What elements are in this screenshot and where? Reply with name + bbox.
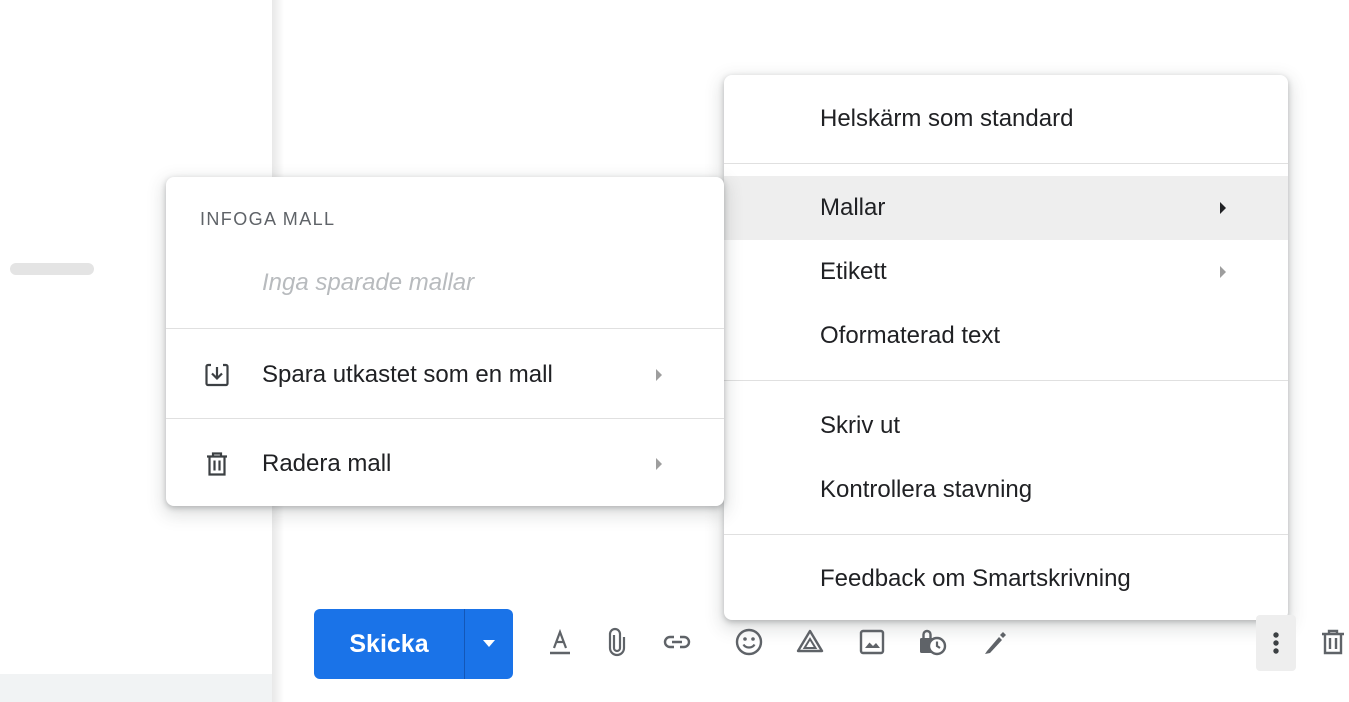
menu-item-label: Skriv ut xyxy=(820,412,901,439)
submenu-arrow-icon xyxy=(656,458,662,470)
submenu-arrow-icon xyxy=(1220,202,1226,214)
menu-item-smart-compose-feedback[interactable]: Feedback om Smartskrivning xyxy=(724,547,1288,611)
menu-item-label: Spara utkastet som en mall xyxy=(262,361,553,388)
menu-item-label: Etikett xyxy=(820,258,887,285)
more-options-icon xyxy=(1273,632,1279,654)
menu-item-print[interactable]: Skriv ut xyxy=(724,394,1288,458)
menu-item-fullscreen-default[interactable]: Helskärm som standard xyxy=(724,87,1288,151)
menu-item-save-draft-as-template[interactable]: Spara utkastet som en mall xyxy=(166,341,724,409)
menu-divider xyxy=(724,534,1288,535)
menu-item-label: Kontrollera stavning xyxy=(820,476,1033,503)
menu-item-label: Radera mall xyxy=(262,450,392,477)
submenu-arrow-icon xyxy=(1220,266,1226,278)
no-templates-text: Inga sparade mallar xyxy=(262,269,475,296)
menu-divider xyxy=(724,380,1288,381)
menu-item-label: Feedback om Smartskrivning xyxy=(820,565,1131,592)
menu-item-delete-template[interactable]: Radera mall xyxy=(166,430,724,498)
emoji-icon[interactable] xyxy=(729,622,769,662)
send-button[interactable]: Skicka xyxy=(314,609,464,679)
photo-icon[interactable] xyxy=(852,622,892,662)
send-button-group: Skicka xyxy=(314,609,513,679)
templates-submenu: INFOGA MALL Inga sparade mallar Spara ut… xyxy=(166,177,724,506)
signature-icon[interactable] xyxy=(975,622,1015,662)
placeholder-bar xyxy=(10,263,94,275)
menu-divider xyxy=(724,163,1288,164)
menu-divider xyxy=(166,328,724,329)
menu-item-label-tag[interactable]: Etikett xyxy=(724,240,1288,304)
send-options-button[interactable] xyxy=(464,609,513,679)
menu-item-plain-text[interactable]: Oformaterad text xyxy=(724,304,1288,368)
discard-icon[interactable] xyxy=(1313,622,1349,662)
more-options-menu: Helskärm som standard Mallar Etikett Ofo… xyxy=(724,75,1288,620)
confidential-mode-icon[interactable] xyxy=(912,622,952,662)
menu-item-label: Mallar xyxy=(820,194,886,221)
trash-icon xyxy=(202,449,232,479)
left-pane-footer xyxy=(0,674,272,702)
menu-item-label: Helskärm som standard xyxy=(820,105,1074,132)
format-text-icon[interactable] xyxy=(540,622,580,662)
more-options-button[interactable] xyxy=(1256,615,1296,671)
drive-icon[interactable] xyxy=(790,622,830,662)
submenu-arrow-icon xyxy=(656,369,662,381)
submenu-header: INFOGA MALL xyxy=(200,209,336,229)
menu-item-label: Oformaterad text xyxy=(820,322,1001,349)
menu-divider xyxy=(166,418,724,419)
menu-item-check-spelling[interactable]: Kontrollera stavning xyxy=(724,458,1288,522)
menu-item-templates[interactable]: Mallar xyxy=(724,176,1288,240)
save-draft-icon xyxy=(202,360,232,390)
link-icon[interactable] xyxy=(657,622,697,662)
attach-icon[interactable] xyxy=(597,622,637,662)
